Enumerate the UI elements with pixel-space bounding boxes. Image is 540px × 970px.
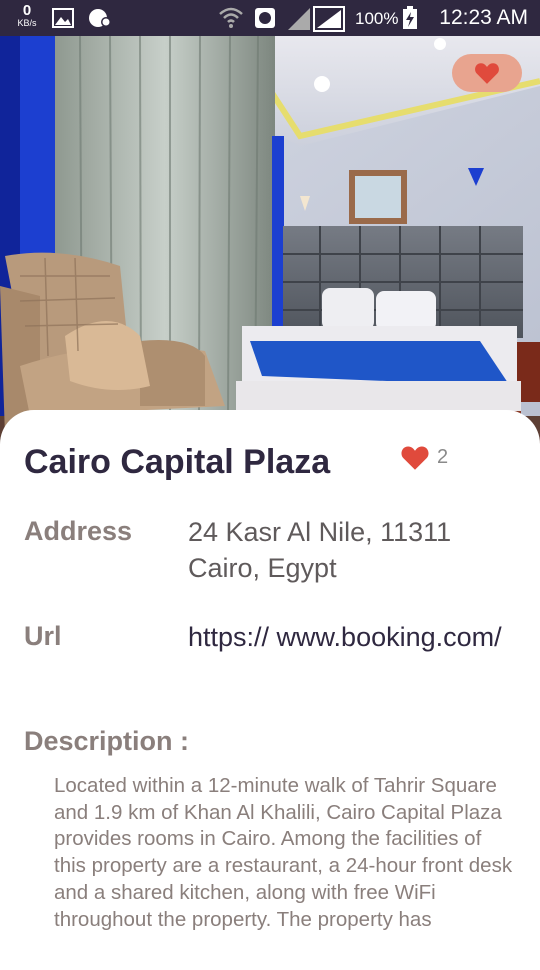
heart-icon xyxy=(475,63,499,84)
address-label: Address xyxy=(24,516,133,546)
description-text: Located within a 12-minute walk of Tahri… xyxy=(54,774,513,931)
cloud-settings-icon xyxy=(89,9,111,27)
wifi-icon xyxy=(219,7,243,28)
battery-percent: 100% xyxy=(355,9,399,28)
battery-charging-icon xyxy=(403,6,417,29)
hotel-name: Cairo Capital Plaza xyxy=(24,443,331,481)
likes-count: 2 xyxy=(437,446,449,468)
signal-icon xyxy=(288,6,345,32)
url-label: Url xyxy=(24,621,62,651)
heart-icon xyxy=(401,446,429,470)
clock: 12:23 AM xyxy=(439,6,528,29)
hotel-photo xyxy=(0,36,540,456)
likes[interactable]: 2 xyxy=(400,444,448,471)
gallery-icon xyxy=(52,8,74,28)
network-speed-value: 0 xyxy=(22,2,32,19)
address-value: 24 Kasr Al Nile, 11311 Cairo, Egypt xyxy=(188,517,452,583)
data-saver-icon xyxy=(255,8,275,28)
network-speed-unit: KB/s xyxy=(17,18,37,28)
favorite-button[interactable] xyxy=(452,54,522,92)
network-speed: 0 KB/s xyxy=(10,3,44,28)
url-link[interactable]: https:// www.booking.com/ xyxy=(188,619,508,655)
description-label: Description : xyxy=(24,726,190,756)
status-bar: 0 KB/s 100% 12:23 AM xyxy=(0,0,540,36)
